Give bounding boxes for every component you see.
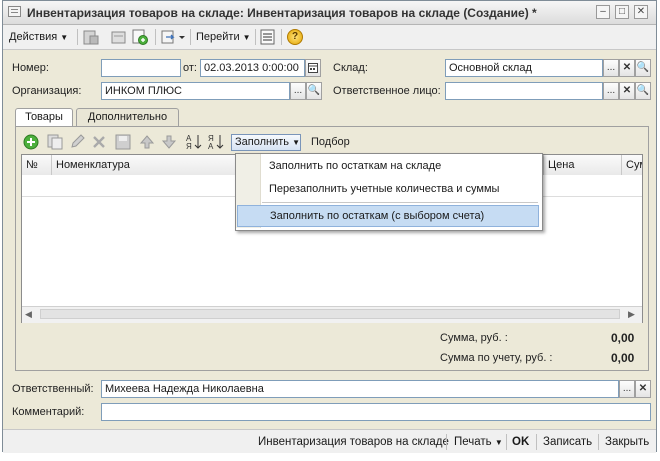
print-label: Печать bbox=[454, 436, 492, 448]
column-header-number[interactable]: № bbox=[22, 155, 52, 175]
fill-dropdown-menu: Заполнить по остаткам на складе Перезапо… bbox=[235, 153, 543, 231]
sort-descending-icon[interactable]: Я A bbox=[207, 133, 225, 151]
calendar-icon bbox=[308, 63, 318, 73]
tab-goods[interactable]: Товары bbox=[15, 108, 73, 127]
actions-menu-button[interactable]: Действия ▼ bbox=[9, 29, 68, 45]
responsible-select-button[interactable]: ... bbox=[619, 380, 635, 398]
accounting-sum-value: 0,00 bbox=[611, 351, 635, 365]
toolbar-separator bbox=[155, 29, 156, 45]
sort-ascending-icon[interactable]: A Я bbox=[185, 133, 203, 151]
menu-item-fill-with-account[interactable]: Заполнить по остаткам (с выбором счета) bbox=[237, 205, 539, 227]
fill-menu-button[interactable]: Заполнить ▼ bbox=[231, 134, 301, 151]
goto-menu-button[interactable]: Перейти ▼ bbox=[196, 29, 251, 45]
restore-button[interactable]: □ bbox=[615, 5, 629, 19]
column-header-price[interactable]: Цена bbox=[544, 155, 622, 175]
svg-text:Я: Я bbox=[186, 142, 192, 151]
calendar-button[interactable] bbox=[305, 59, 321, 77]
warehouse-label: Склад: bbox=[333, 62, 368, 74]
scroll-left-icon[interactable]: ◀ bbox=[25, 309, 32, 320]
toolbar-separator bbox=[536, 434, 537, 450]
window-title: Инвентаризация товаров на складе: Инвент… bbox=[27, 6, 537, 20]
close-window-button[interactable]: ✕ bbox=[634, 5, 648, 19]
fill-label: Заполнить bbox=[235, 136, 290, 148]
number-label: Номер: bbox=[12, 62, 49, 74]
warehouse-open-icon[interactable]: 🔍 bbox=[635, 59, 651, 77]
responsible-person-open-icon[interactable]: 🔍 bbox=[635, 82, 651, 100]
print-menu-button[interactable]: Печать ▼ bbox=[454, 434, 503, 450]
responsible-person-label: Ответственное лицо: bbox=[333, 85, 441, 97]
close-button[interactable]: Закрыть bbox=[605, 434, 649, 450]
toolbar-separator bbox=[190, 29, 191, 45]
responsible-field[interactable]: Михеева Надежда Николаевна bbox=[101, 380, 619, 398]
responsible-person-select-button[interactable]: ... bbox=[603, 82, 619, 100]
horizontal-scrollbar[interactable]: ◀ ▶ bbox=[22, 306, 642, 323]
end-edit-icon[interactable] bbox=[115, 134, 131, 150]
menu-item-fill-by-balance[interactable]: Заполнить по остаткам на складе bbox=[236, 155, 540, 177]
chevron-down-icon: ▼ bbox=[292, 138, 300, 147]
move-up-icon[interactable] bbox=[139, 134, 155, 150]
tab-additional[interactable]: Дополнительно bbox=[76, 108, 179, 127]
chevron-down-icon: ▼ bbox=[60, 33, 69, 42]
column-header-nomenclature[interactable]: Номенклатура bbox=[52, 155, 264, 175]
responsible-label: Ответственный: bbox=[12, 383, 94, 395]
minimize-button[interactable]: – bbox=[596, 5, 610, 19]
toolbar-separator bbox=[598, 434, 599, 450]
move-down-icon[interactable] bbox=[161, 134, 177, 150]
organization-open-icon[interactable]: 🔍 bbox=[306, 82, 322, 100]
list-settings-icon[interactable] bbox=[260, 29, 276, 45]
add-row-icon[interactable] bbox=[23, 134, 39, 150]
warehouse-field[interactable]: Основной склад bbox=[445, 59, 603, 77]
toolbar-separator bbox=[281, 29, 282, 45]
sum-label: Сумма, руб. : bbox=[440, 332, 508, 344]
bottom-command-bar: Инвентаризация товаров на складе Печать … bbox=[3, 429, 656, 453]
toolbar-separator bbox=[255, 29, 256, 45]
edit-row-icon[interactable] bbox=[69, 134, 85, 150]
selection-button[interactable]: Подбор bbox=[311, 136, 350, 148]
document-form-icon bbox=[8, 6, 21, 17]
ok-button[interactable]: OK bbox=[512, 434, 529, 450]
delete-row-icon[interactable] bbox=[91, 134, 107, 150]
add-document-icon[interactable] bbox=[132, 29, 148, 45]
goto-label: Перейти bbox=[196, 31, 240, 43]
accounting-sum-label: Сумма по учету, руб. : bbox=[440, 352, 553, 364]
chevron-down-icon: ▼ bbox=[494, 438, 503, 447]
document-window: Инвентаризация товаров на складе: Инвент… bbox=[2, 0, 657, 453]
menu-item-refill-quantities[interactable]: Перезаполнить учетные количества и суммы bbox=[236, 178, 540, 200]
organization-field[interactable]: ИНКОМ ПЛЮС bbox=[101, 82, 290, 100]
responsible-clear-icon[interactable]: ✕ bbox=[635, 380, 651, 398]
post-document-icon[interactable] bbox=[83, 30, 99, 45]
create-based-on-icon[interactable] bbox=[161, 29, 187, 45]
toolbar-separator bbox=[77, 29, 78, 45]
help-icon[interactable]: ? bbox=[287, 29, 303, 45]
date-field[interactable]: 02.03.2013 0:00:00 bbox=[200, 59, 305, 77]
copy-row-icon[interactable] bbox=[47, 134, 63, 150]
actions-label: Действия bbox=[9, 31, 58, 43]
structure-icon[interactable] bbox=[111, 30, 127, 45]
organization-select-button[interactable]: ... bbox=[290, 82, 306, 100]
menu-separator bbox=[262, 202, 538, 203]
number-field[interactable] bbox=[101, 59, 181, 77]
warehouse-select-button[interactable]: ... bbox=[603, 59, 619, 77]
comment-label: Комментарий: bbox=[12, 406, 85, 418]
toolbar-separator bbox=[446, 434, 447, 450]
scrollbar-thumb[interactable] bbox=[40, 309, 620, 319]
chevron-down-icon: ▼ bbox=[242, 33, 251, 42]
column-header-sum[interactable]: Сум bbox=[622, 155, 642, 175]
sum-value: 0,00 bbox=[611, 331, 635, 345]
save-button[interactable]: Записать bbox=[543, 434, 592, 450]
main-toolbar: Действия ▼ Перейти ▼ ? bbox=[3, 25, 656, 50]
comment-field[interactable] bbox=[101, 403, 651, 421]
responsible-person-clear-icon[interactable]: ✕ bbox=[619, 82, 635, 100]
responsible-person-field[interactable] bbox=[445, 82, 603, 100]
document-link-button[interactable]: Инвентаризация товаров на складе bbox=[258, 434, 449, 450]
warehouse-clear-icon[interactable]: ✕ bbox=[619, 59, 635, 77]
scroll-right-icon[interactable]: ▶ bbox=[628, 309, 635, 320]
date-label: от: bbox=[183, 62, 197, 74]
title-bar: Инвентаризация товаров на складе: Инвент… bbox=[3, 1, 656, 25]
toolbar-separator bbox=[506, 434, 507, 450]
organization-label: Организация: bbox=[12, 85, 82, 97]
svg-text:A: A bbox=[208, 142, 214, 151]
